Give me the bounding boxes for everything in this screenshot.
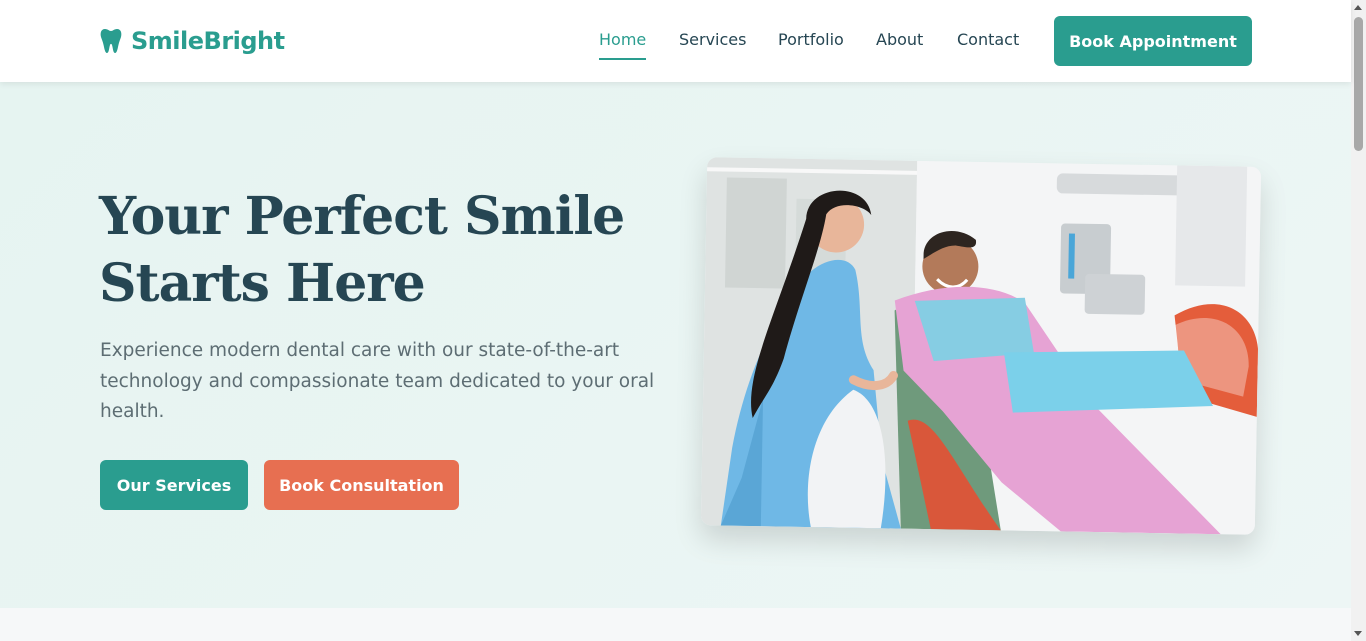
nav-portfolio[interactable]: Portfolio — [778, 30, 844, 49]
scroll-down-arrow-icon[interactable] — [1354, 631, 1362, 636]
hero-image — [700, 157, 1262, 535]
book-appointment-button[interactable]: Book Appointment — [1054, 16, 1252, 66]
book-consultation-button[interactable]: Book Consultation — [264, 460, 459, 510]
dental-clinic-photo — [700, 157, 1262, 535]
hero-description: Experience modern dental care with our s… — [100, 340, 655, 422]
scroll-up-arrow-icon[interactable] — [1354, 5, 1362, 10]
nav-contact[interactable]: Contact — [957, 30, 1019, 49]
hero-title-line-2: Starts Here — [99, 253, 426, 314]
nav-about[interactable]: About — [876, 30, 923, 49]
site-header: SmileBright Home Services Portfolio Abou… — [0, 0, 1351, 82]
hero-title-line-1: Your Perfect Smile — [99, 186, 625, 247]
nav-home[interactable]: Home — [599, 30, 647, 60]
page-scrollbar[interactable] — [1351, 0, 1366, 641]
hero-title: Your Perfect Smile Starts Here — [99, 183, 659, 317]
next-section-preview — [0, 608, 1351, 641]
our-services-button[interactable]: Our Services — [100, 460, 248, 510]
nav-services[interactable]: Services — [679, 30, 746, 49]
scroll-thumb[interactable] — [1354, 17, 1363, 151]
hero-section: Your Perfect Smile Starts Here Experienc… — [0, 82, 1351, 608]
